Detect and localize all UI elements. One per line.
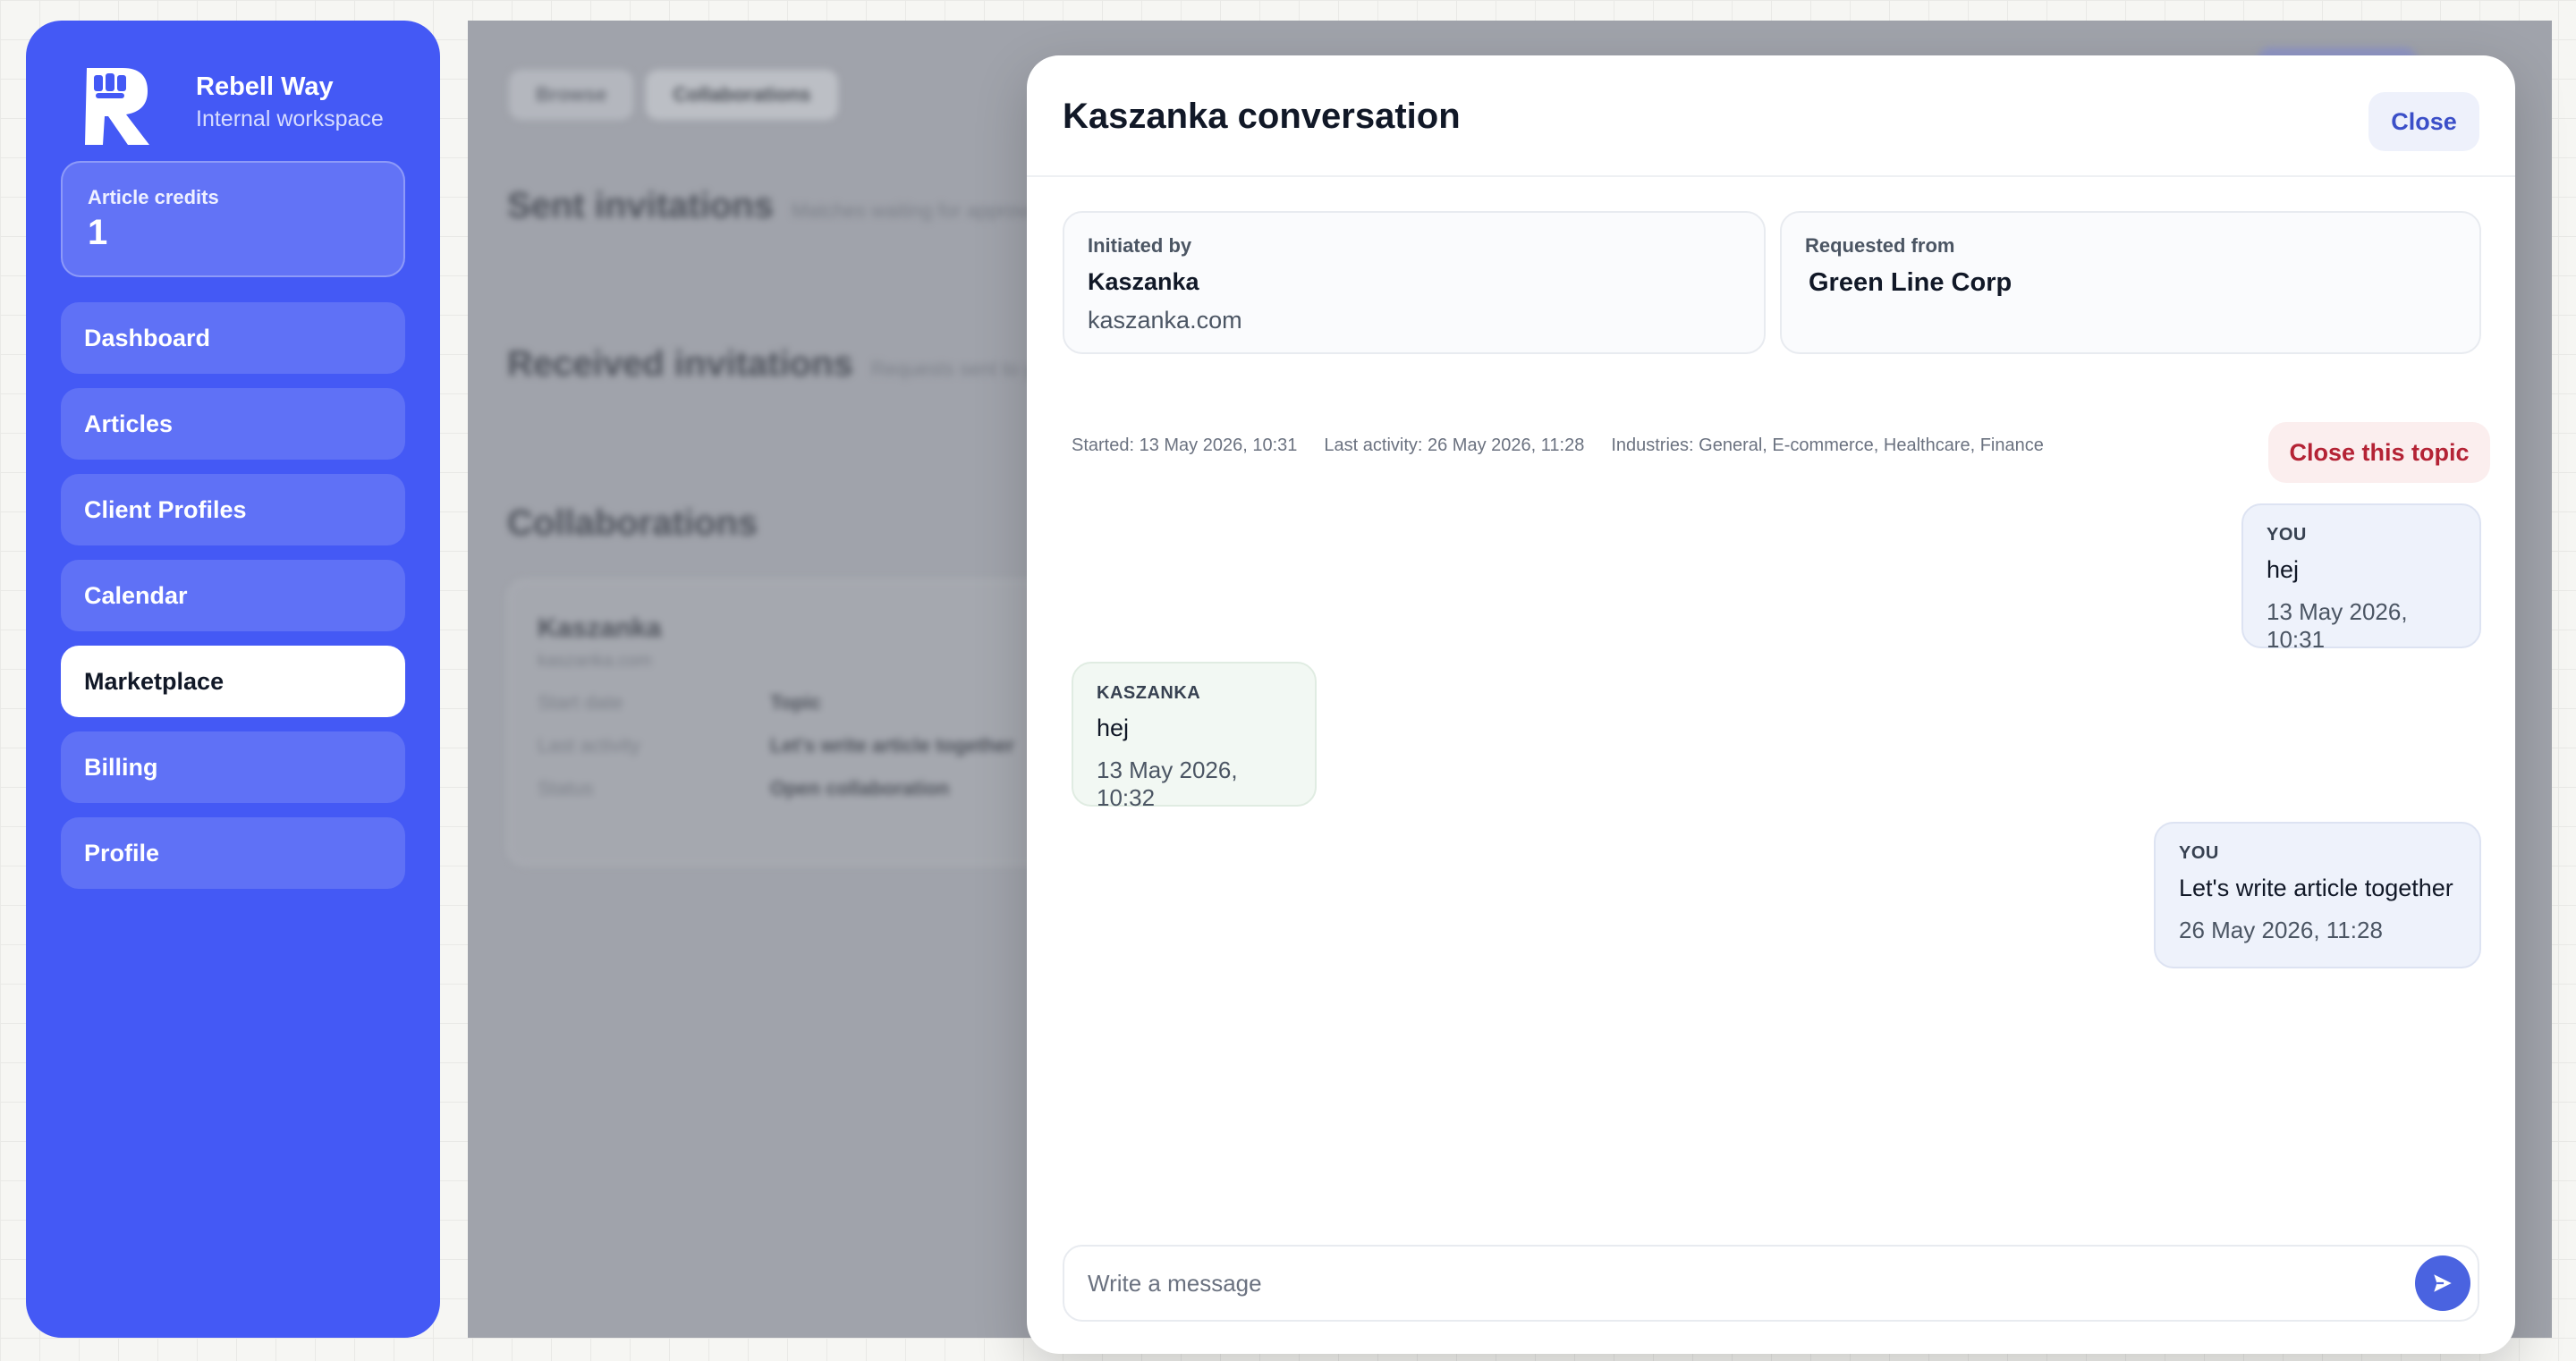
collaborations-title: Collaborations [507,503,758,543]
requested-from-card: Requested from Green Line Corp [1780,211,2481,354]
row-key: Start date [538,691,623,714]
message-author: KASZANKA [1097,683,1201,703]
conversation-meta: Started: 13 May 2026, 10:31 Last activit… [1072,435,2044,456]
message-bubble: YOU hej 13 May 2026, 10:31 [2241,503,2481,653]
message-author: YOU [2267,525,2307,545]
collaboration-card-title: Kaszanka [538,613,662,643]
fist-logo-icon [85,68,149,145]
collaboration-row: Last activity Let's write article togeth… [538,734,1103,757]
message-text: hej [1097,714,1130,741]
background-tabs: Browse Collaborations [509,70,838,120]
initiated-by-label: Initiated by [1088,234,1192,257]
collaboration-row: Status Open collaboration [538,777,1103,800]
article-credits-card: Article credits 1 [61,161,405,277]
tab-collaborations: Collaborations [646,70,838,120]
conversation-modal: Kaszanka conversation Close Initiated by… [1027,55,2515,1354]
brand-name: Rebell Way [196,72,334,101]
message-composer [1063,1245,2479,1322]
initiated-by-card: Initiated by Kaszanka kaszanka.com [1063,211,1766,354]
credits-value: 1 [88,213,108,252]
message-bubble: KASZANKA hej 13 May 2026, 10:32 [1072,662,1317,811]
send-arrow-icon [2434,1274,2452,1292]
message-text: hej [2267,556,2300,583]
message-author: YOU [2179,843,2219,863]
sent-invitations-subtitle: Matches waiting for approval [791,199,1042,222]
nav-item-client-profiles[interactable]: Client Profiles [61,474,405,545]
collaboration-card-subtitle: kaszanka.com [538,651,652,671]
brand[interactable]: Rebell Way Internal workspace [72,61,384,150]
tab-browse: Browse [509,70,634,120]
row-value: Let's write article together [770,734,1014,757]
brand-subtitle: Internal workspace [196,106,384,131]
nav-item-articles[interactable]: Articles [61,388,405,460]
initiated-by-name: Kaszanka [1088,268,1199,295]
sidebar: Rebell Way Internal workspace Article cr… [26,21,440,1338]
meta-last-activity: Last activity: 26 May 2026, 11:28 [1324,435,1585,455]
modal-header: Kaszanka conversation Close [1027,55,2515,177]
message-bubble: YOU Let's write article together 26 May … [2154,822,2481,968]
requested-from-label: Requested from [1805,234,1955,257]
close-button[interactable]: Close [2368,92,2479,151]
message-time: 13 May 2026, 10:31 [2267,598,2408,653]
credits-label: Article credits [88,186,219,208]
nav-item-marketplace[interactable]: Marketplace [61,646,405,717]
row-key: Last activity [538,734,640,757]
meta-started: Started: 13 May 2026, 10:31 [1072,435,1298,455]
collaborations-section: Collaborations [507,503,758,544]
nav-item-billing[interactable]: Billing [61,731,405,803]
sent-invitations-title: Sent invitations [507,186,774,225]
meta-industries: Industries: General, E-commerce, Healthc… [1611,435,2044,455]
nav-item-dashboard[interactable]: Dashboard [61,302,405,374]
close-topic-button[interactable]: Close this topic [2268,422,2490,483]
row-value: Open collaboration [770,777,950,799]
row-key: Status [538,777,594,799]
row-value: Topic [770,691,822,714]
send-button[interactable] [2415,1255,2470,1311]
message-input[interactable] [1064,1247,2388,1320]
nav-item-profile[interactable]: Profile [61,817,405,889]
nav-item-calendar[interactable]: Calendar [61,560,405,631]
received-invitations-section: Received invitations Requests sent to yo… [507,344,1055,385]
message-text: Let's write article together [2179,875,2453,901]
modal-title: Kaszanka conversation [1063,97,1461,136]
requested-from-name: Green Line Corp [1809,268,2012,297]
received-invitations-title: Received invitations [507,344,853,384]
collaboration-row: Start date Topic [538,691,1103,714]
message-time: 13 May 2026, 10:32 [1097,757,1238,811]
sent-invitations-section: Sent invitations Matches waiting for app… [507,186,1042,226]
message-time: 26 May 2026, 11:28 [2179,917,2383,943]
sidebar-nav: Dashboard Articles Client Profiles Calen… [61,302,405,903]
initiated-by-domain: kaszanka.com [1088,307,1242,334]
